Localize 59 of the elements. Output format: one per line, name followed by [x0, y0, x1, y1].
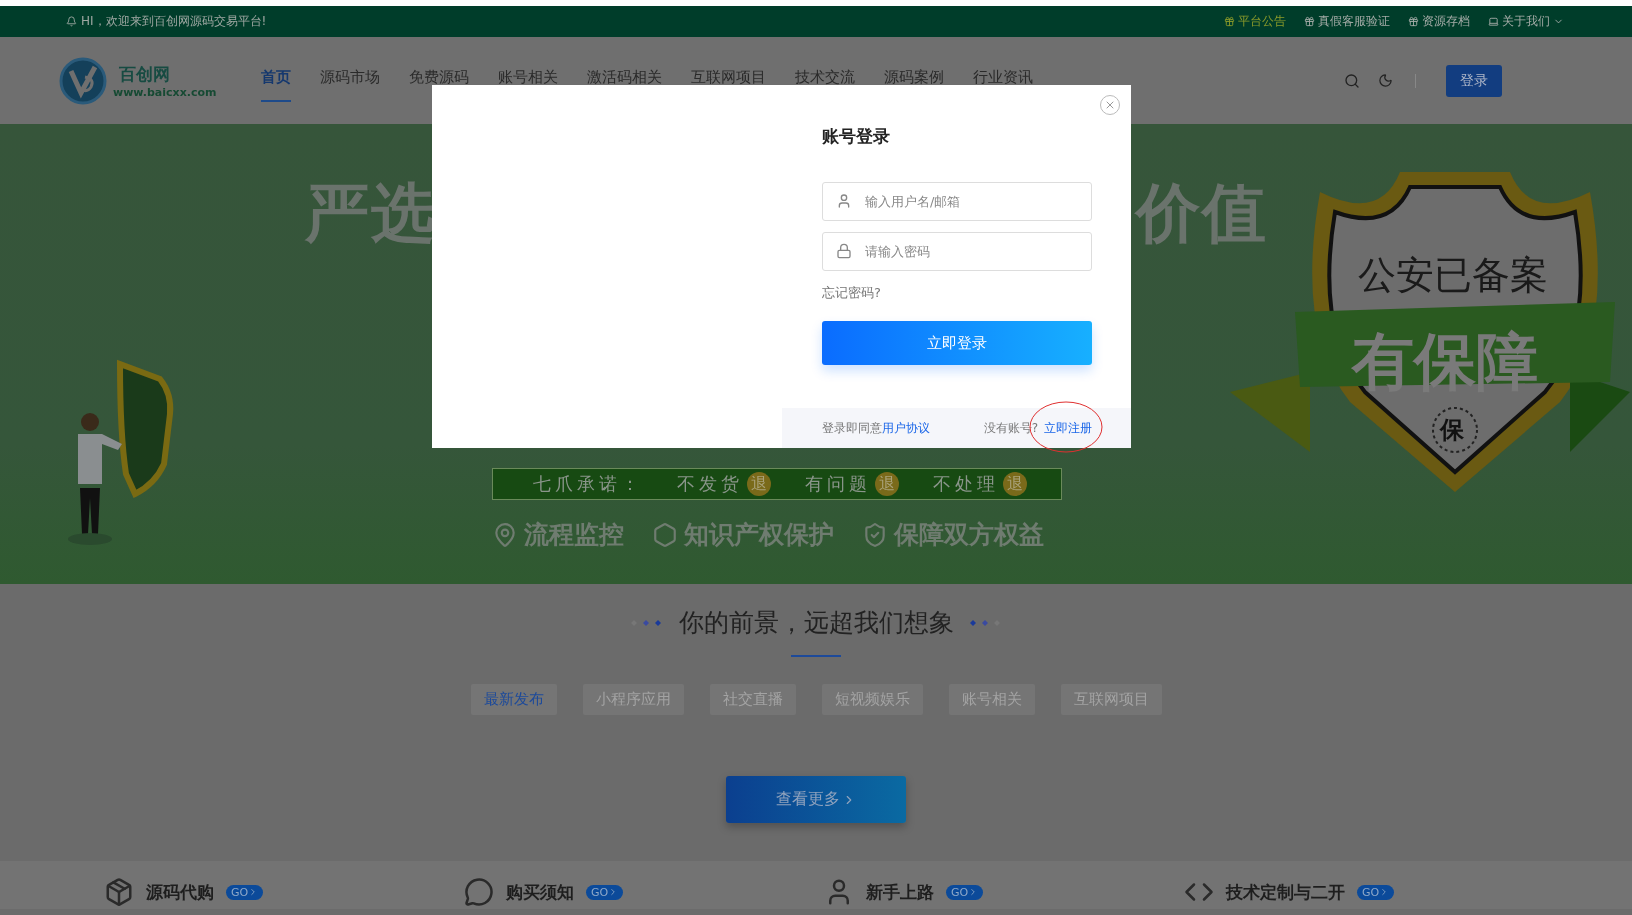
moon-icon[interactable]: [1378, 73, 1393, 88]
laptop-icon: [1488, 16, 1499, 27]
user-icon: [836, 193, 852, 209]
section-title: 你的前景，远超我们想象: [678, 607, 954, 639]
service-title: 购买须知: [506, 880, 574, 904]
view-more-button[interactable]: 查看更多: [726, 776, 906, 823]
top-link[interactable]: 资源存档: [1408, 13, 1470, 30]
refund-badge: 退: [875, 472, 899, 496]
feature-text: 知识产权保护: [684, 519, 834, 551]
badge-title: 公安已备案: [1358, 252, 1548, 299]
go-badge[interactable]: GO: [586, 884, 624, 900]
close-button[interactable]: [1100, 95, 1120, 115]
go-badge[interactable]: GO: [946, 884, 984, 900]
password-field[interactable]: 请输入密码: [822, 232, 1092, 271]
promise-item: 不发货: [677, 472, 743, 496]
logo-name: 百创网: [118, 62, 171, 86]
dialog-title: 账号登录: [822, 125, 891, 148]
promise-label: 七爪承诺：: [533, 472, 643, 496]
nav-item[interactable]: 首页: [261, 68, 291, 102]
search-icon[interactable]: [1344, 72, 1360, 89]
refund-badge: 退: [747, 472, 771, 496]
logo-url: www.baicxx.com: [113, 85, 217, 99]
forgot-password-link[interactable]: 忘记密码?: [822, 284, 881, 302]
service-title: 技术定制与二开: [1226, 880, 1345, 904]
gift-icon: [1408, 16, 1419, 27]
top-link[interactable]: 真假客服验证: [1304, 13, 1390, 30]
promise-item: 有问题: [805, 472, 871, 496]
go-badge[interactable]: GO: [1357, 884, 1395, 900]
close-icon: [1104, 99, 1116, 111]
refund-badge: 退: [1003, 472, 1027, 496]
logo-icon: [59, 56, 107, 105]
category-tab[interactable]: 最新发布: [470, 684, 557, 715]
hexagon-icon: [652, 521, 678, 548]
promise-item: 不处理: [933, 472, 999, 496]
top-link[interactable]: 平台公告: [1224, 13, 1286, 30]
chat-icon: [464, 877, 494, 907]
badge-ribbon-text: 有保障: [1352, 324, 1538, 400]
seal-text: 保: [1440, 415, 1464, 446]
gift-icon: [1224, 16, 1235, 27]
service-title: 源码代购: [146, 880, 214, 904]
agreement-text: 登录即同意用户协议: [822, 419, 930, 437]
register-link[interactable]: 立即注册: [1044, 419, 1092, 437]
username-field[interactable]: 输入用户名/邮箱: [822, 182, 1092, 221]
box-icon: [104, 877, 134, 907]
greeting-text: HI，欢迎来到百创网源码交易平台!: [81, 13, 267, 30]
go-badge[interactable]: GO: [226, 884, 264, 900]
bell-icon: [66, 16, 77, 27]
top-link[interactable]: 关于我们: [1488, 13, 1564, 30]
agreement-link[interactable]: 用户协议: [882, 420, 930, 435]
feature-text: 流程监控: [524, 519, 624, 551]
location-pin-icon: [492, 521, 518, 548]
feature-text: 保障双方权益: [894, 519, 1044, 551]
gift-icon: [1304, 16, 1315, 27]
nav-item[interactable]: 源码市场: [320, 68, 380, 102]
shield-check-icon: [862, 521, 888, 548]
lock-icon: [836, 243, 852, 259]
login-submit-button[interactable]: 立即登录: [822, 321, 1092, 365]
service-title: 新手上路: [866, 880, 934, 904]
login-button[interactable]: 登录: [1446, 64, 1502, 97]
